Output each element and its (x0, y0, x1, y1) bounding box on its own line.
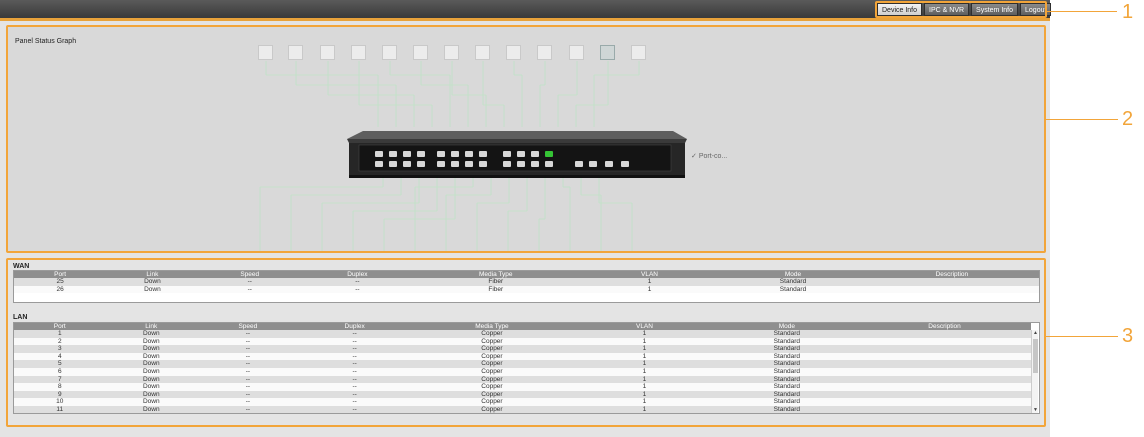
callout-number-1: 1 (1122, 1, 1134, 23)
highlight-box-1 (875, 1, 1047, 18)
callout-number-2: 2 (1122, 108, 1134, 130)
callout-number-3: 3 (1122, 325, 1134, 347)
callout-line-2 (1046, 119, 1118, 120)
callout-line-1 (1047, 11, 1117, 12)
header-accent-line (0, 18, 1050, 21)
callout-line-3 (1046, 336, 1118, 337)
highlight-box-2 (6, 25, 1046, 253)
highlight-box-3 (6, 258, 1046, 427)
